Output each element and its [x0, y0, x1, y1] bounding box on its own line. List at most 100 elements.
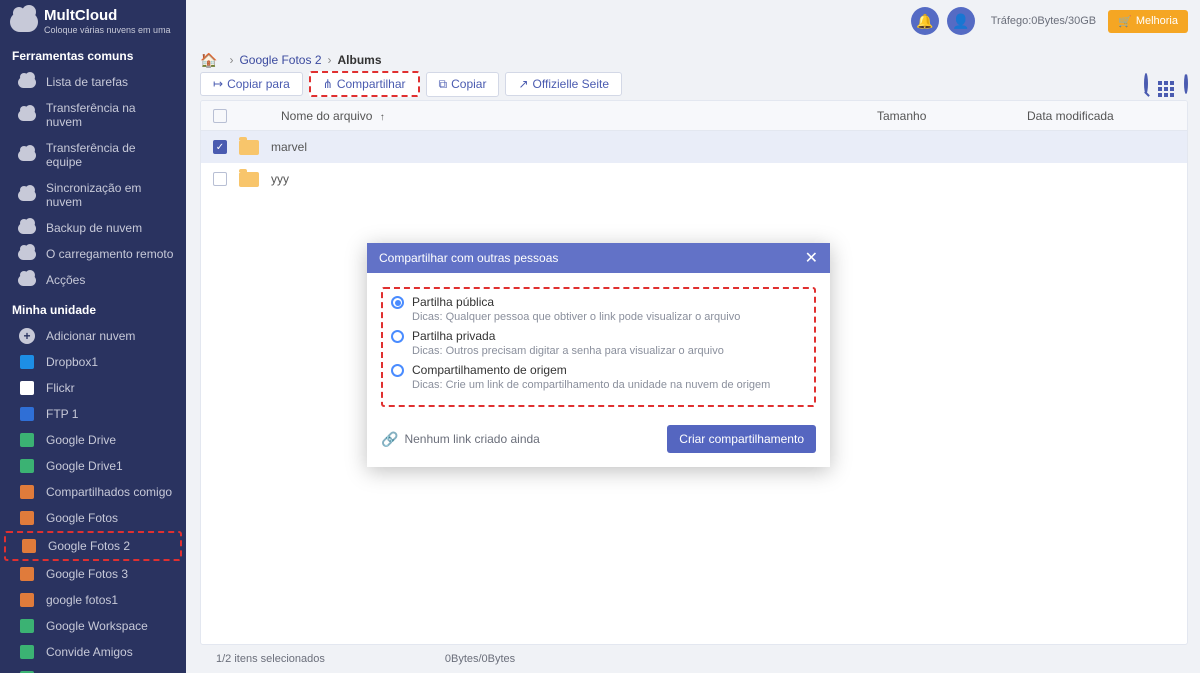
sidebar-item-label: Lista de tarefas [46, 75, 128, 89]
sidebar-item-label: Backup de nuvem [46, 221, 142, 235]
col-date[interactable]: Data modificada [1027, 109, 1187, 123]
sidebar-drive-item[interactable]: Google Fotos 2 [4, 531, 182, 561]
view-tools [1144, 72, 1188, 97]
breadcrumb-current: Albums [338, 53, 382, 67]
row-checkbox[interactable] [213, 172, 227, 186]
upgrade-button[interactable]: 🛒 Melhoria [1108, 10, 1188, 33]
table-header: Nome do arquivo ↑ Tamanho Data modificad… [201, 101, 1187, 131]
bell-icon[interactable]: 🔔 [911, 7, 939, 35]
sidebar-drive-item[interactable]: Compartilhados comigo [0, 479, 186, 505]
table-row[interactable]: ✓ marvel [201, 131, 1187, 163]
sidebar-tool-item[interactable]: Sincronização em nuvem [0, 175, 186, 215]
sidebar-item-label: Compartilhados comigo [46, 485, 172, 499]
official-site-button[interactable]: ↗ Offizielle Seite [505, 72, 622, 96]
sidebar: MultCloud Coloque várias nuvens em uma F… [0, 0, 186, 673]
sidebar-drive-item[interactable]: Torne-se nosso afiliado [0, 665, 186, 673]
sidebar-drive-item[interactable]: Google Fotos [0, 505, 186, 531]
avatar-icon[interactable]: 👤 [947, 7, 975, 35]
sidebar-tool-item[interactable]: O carregamento remoto [0, 241, 186, 267]
option-title: Partilha privada [412, 329, 724, 343]
radio-icon[interactable] [391, 364, 404, 377]
logo[interactable]: MultCloud Coloque várias nuvens em uma [0, 0, 186, 39]
sidebar-drive-item[interactable]: Dropbox1 [0, 349, 186, 375]
cloud-icon [18, 188, 36, 202]
sidebar-item-label: google fotos1 [46, 593, 118, 607]
topbar: 🔔 👤 Tráfego:0Bytes/30GB 🛒 Melhoria [186, 0, 1200, 42]
sidebar-drive-item[interactable]: Convide Amigos [0, 639, 186, 665]
copy-to-label: Copiar para [227, 77, 290, 91]
row-name: marvel [271, 140, 307, 154]
copy-button[interactable]: ⧉ Copiar [426, 72, 500, 97]
share-button[interactable]: ⋔ Compartilhar [309, 71, 420, 97]
close-icon[interactable]: ✕ [805, 248, 818, 268]
drive-icon [18, 485, 36, 499]
sidebar-item-label: Dropbox1 [46, 355, 98, 369]
sidebar-tool-item[interactable]: Backup de nuvem [0, 215, 186, 241]
official-label: Offizielle Seite [533, 77, 609, 91]
status-bar: 1/2 itens selecionados 0Bytes/0Bytes [200, 645, 1188, 673]
status-selection: 1/2 itens selecionados [216, 653, 325, 665]
drive-icon [18, 619, 36, 633]
sidebar-item-label: Google Fotos [46, 511, 118, 525]
create-share-button[interactable]: Criar compartilhamento [667, 425, 816, 453]
sidebar-item-label: Sincronização em nuvem [46, 181, 174, 209]
copy-to-button[interactable]: ↦ Copiar para [200, 72, 303, 96]
brand-name: MultCloud [44, 8, 171, 23]
cloud-icon [18, 247, 36, 261]
grid-view-icon[interactable] [1158, 72, 1174, 97]
share-icon: ⋔ [323, 77, 333, 91]
share-label: Compartilhar [337, 77, 406, 91]
drive-icon [18, 433, 36, 447]
cloud-icon [18, 273, 36, 287]
folder-icon [239, 140, 259, 155]
table-row[interactable]: yyy [201, 163, 1187, 195]
modal-footer: 🔗 Nenhum link criado ainda Criar compart… [367, 417, 830, 467]
sidebar-drive-item[interactable]: Google Workspace [0, 613, 186, 639]
breadcrumb: 🏠 › Google Fotos 2 › Albums [200, 48, 1188, 72]
sidebar-drive-item[interactable]: FTP 1 [0, 401, 186, 427]
radio-icon[interactable] [391, 330, 404, 343]
sidebar-drive-item[interactable]: google fotos1 [0, 587, 186, 613]
sidebar-item-label: Google Workspace [46, 619, 148, 633]
sidebar-drive-item[interactable]: Google Drive [0, 427, 186, 453]
cloud-icon [18, 75, 36, 89]
row-name: yyy [271, 172, 289, 186]
radio-icon[interactable] [391, 296, 404, 309]
sidebar-drive-item[interactable]: Google Drive1 [0, 453, 186, 479]
option-tip: Dicas: Qualquer pessoa que obtiver o lin… [412, 311, 740, 323]
col-size[interactable]: Tamanho [877, 109, 1027, 123]
sidebar-tool-item[interactable]: Acções [0, 267, 186, 293]
breadcrumb-sep: › [229, 53, 233, 67]
sidebar-drive-item[interactable]: Google Fotos 3 [0, 561, 186, 587]
search-icon[interactable] [1144, 75, 1148, 93]
drive-icon [20, 539, 38, 553]
drive-icon [18, 511, 36, 525]
header-checkbox[interactable] [213, 109, 227, 123]
sidebar-item-label: Acções [46, 273, 85, 287]
drive-icon [18, 645, 36, 659]
col-name[interactable]: Nome do arquivo ↑ [239, 109, 877, 123]
row-checkbox[interactable]: ✓ [213, 140, 227, 154]
copy-label: Copiar [451, 77, 486, 91]
share-option[interactable]: Compartilhamento de origemDicas: Crie um… [391, 363, 806, 391]
sidebar-item-label: FTP 1 [46, 407, 78, 421]
sidebar-tool-item[interactable]: Lista de tarefas [0, 69, 186, 95]
sidebar-item-label: O carregamento remoto [46, 247, 173, 261]
sidebar-add-cloud[interactable]: + Adicionar nuvem [0, 323, 186, 349]
sidebar-tool-item[interactable]: Transferência na nuvem [0, 95, 186, 135]
share-modal: Compartilhar com outras pessoas ✕ Partil… [367, 243, 830, 467]
sidebar-item-label: Transferência de equipe [46, 141, 174, 169]
share-option[interactable]: Partilha privadaDicas: Outros precisam d… [391, 329, 806, 357]
home-icon[interactable]: 🏠 [200, 52, 217, 69]
sidebar-drive-item[interactable]: Flickr [0, 375, 186, 401]
drive-icon [18, 459, 36, 473]
refresh-icon[interactable] [1184, 75, 1188, 93]
breadcrumb-mid[interactable]: Google Fotos 2 [239, 53, 321, 67]
sort-asc-icon: ↑ [380, 112, 385, 123]
share-option[interactable]: Partilha públicaDicas: Qualquer pessoa q… [391, 295, 806, 323]
share-options: Partilha públicaDicas: Qualquer pessoa q… [381, 287, 816, 407]
sidebar-tool-item[interactable]: Transferência de equipe [0, 135, 186, 175]
drive-icon [18, 381, 36, 395]
sidebar-section-drive: Minha unidade [0, 293, 186, 323]
external-icon: ↗ [518, 77, 528, 91]
